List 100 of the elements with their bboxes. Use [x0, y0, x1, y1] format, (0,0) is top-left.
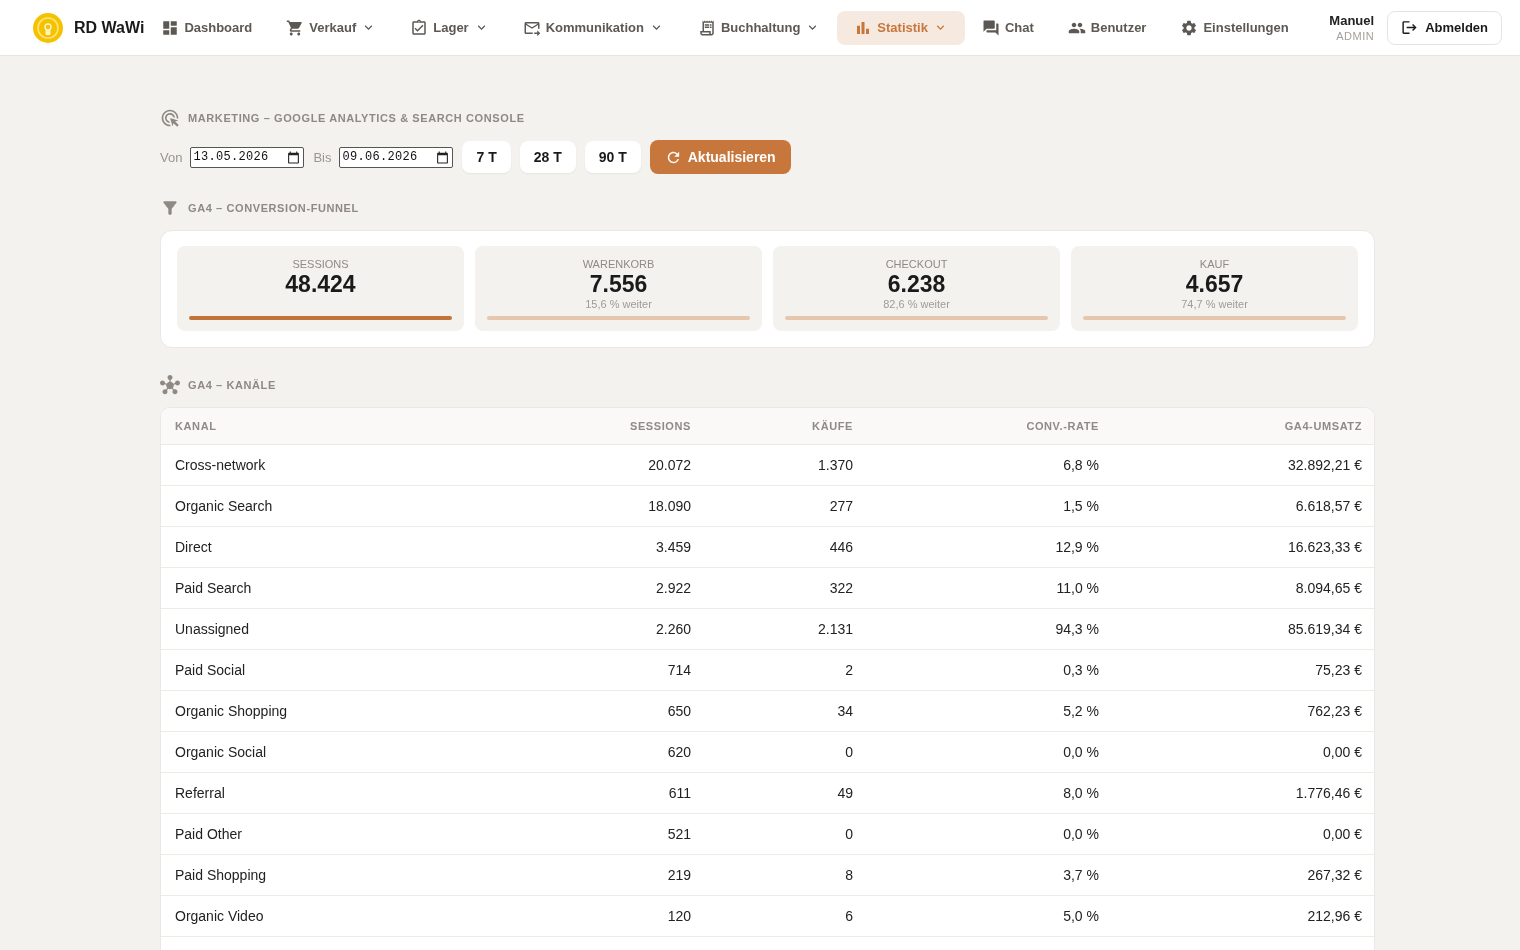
- table-cell: Direct: [161, 526, 505, 567]
- table-cell: Organic Social: [161, 731, 505, 772]
- user-name: Manuel: [1329, 12, 1375, 29]
- nav-item[interactable]: Buchhaltung: [680, 10, 838, 45]
- table-cell: 714: [505, 649, 705, 690]
- table-cell: Organic Video: [161, 895, 505, 936]
- brand-name: RD WaWi: [74, 18, 145, 37]
- table-cell: 3,7 %: [867, 854, 1113, 895]
- table-cell: 32.892,21 €: [1113, 444, 1374, 485]
- section-title: MARKETING – GOOGLE ANALYTICS & SEARCH CONSOLE: [188, 112, 525, 124]
- stage-rate: 15,6 % weiter: [585, 297, 652, 311]
- stage-value: 6.238: [887, 271, 946, 297]
- stage-label: KAUF: [1199, 258, 1230, 271]
- table-cell: Organic Shopping: [161, 690, 505, 731]
- nav-item[interactable]: Verkauf: [269, 10, 394, 45]
- table-cell: 18.090: [505, 485, 705, 526]
- calendar-icon: [436, 150, 450, 164]
- table-cell: 1.370: [705, 444, 867, 485]
- table-cell: 34: [705, 690, 867, 731]
- table-cell: 5,2 %: [867, 690, 1113, 731]
- table-cell: 5,0 %: [867, 895, 1113, 936]
- table-cell: 0,3 %: [867, 649, 1113, 690]
- range-button[interactable]: 7 T: [462, 141, 511, 173]
- table-cell: Referral: [161, 772, 505, 813]
- table-cell: 1.776,46 €: [1113, 772, 1374, 813]
- table-cell: 762,23 €: [1113, 690, 1374, 731]
- table-cell: Paid Social: [161, 649, 505, 690]
- settings-icon: [1180, 18, 1199, 37]
- table-cell: 49: [705, 772, 867, 813]
- table-cell: 322: [705, 567, 867, 608]
- table-cell: 267,32 €: [1113, 854, 1374, 895]
- nav-item[interactable]: Lager: [393, 10, 506, 45]
- range-button[interactable]: 90 T: [584, 141, 641, 173]
- table-cell: Unassigned: [161, 608, 505, 649]
- stage-value: 7.556: [589, 271, 648, 297]
- table-cell: 0,00 €: [1113, 731, 1374, 772]
- table-cell: 2.131: [705, 608, 867, 649]
- section-title: GA4 – CONVERSION-FUNNEL: [188, 202, 359, 214]
- table-cell: Cross-network: [161, 444, 505, 485]
- date-field[interactable]: 09.06.2026: [339, 146, 454, 168]
- table-cell: 16.623,33 €: [1113, 526, 1374, 567]
- chat-bubbles-icon: [981, 18, 1000, 37]
- table-cell: Paid Other: [161, 813, 505, 854]
- table-cell: 8,0 %: [867, 772, 1113, 813]
- table-cell: 6: [705, 895, 867, 936]
- table-cell: 8: [705, 854, 867, 895]
- user-role: ADMIN: [1336, 28, 1375, 43]
- cursor-click-icon: [160, 108, 180, 128]
- nav-item[interactable]: Kommunikation: [505, 10, 681, 45]
- table-cell: 3.459: [505, 526, 705, 567]
- table-cell: 6,8 %: [867, 444, 1113, 485]
- receipt-icon: [697, 18, 716, 37]
- logout-button[interactable]: Abmelden: [1387, 10, 1502, 45]
- hub-icon: [160, 375, 180, 395]
- table-cell: 120: [505, 895, 705, 936]
- column-header: KANAL: [161, 408, 505, 444]
- date-field[interactable]: 13.05.2026: [190, 146, 305, 168]
- table-cell: 94,3 %: [867, 608, 1113, 649]
- table-cell: 8.094,65 €: [1113, 567, 1374, 608]
- table-cell: Organic Search: [161, 485, 505, 526]
- stage-label: WARENKORB: [582, 258, 655, 271]
- column-header: SESSIONS: [505, 408, 705, 444]
- table-cell: Paid Search: [161, 567, 505, 608]
- table-cell: 277: [705, 485, 867, 526]
- stage-rate: 74,7 % weiter: [1181, 297, 1248, 311]
- table-cell: 2.922: [505, 567, 705, 608]
- logo-icon: [33, 12, 63, 43]
- logout-icon: [1401, 19, 1419, 36]
- table-cell: 611: [505, 772, 705, 813]
- clipboard-check-icon: [410, 18, 429, 37]
- table-cell: 12,9 %: [867, 526, 1113, 567]
- table-cell: 620: [505, 731, 705, 772]
- nav-item[interactable]: Einstellungen: [1163, 10, 1306, 45]
- column-header: GA4-UMSATZ: [1113, 408, 1374, 444]
- table-cell: 521: [505, 813, 705, 854]
- stage-label: CHECKOUT: [885, 258, 948, 271]
- table-cell: 75,23 €: [1113, 649, 1374, 690]
- date-label: Bis: [313, 149, 332, 165]
- range-button[interactable]: 28 T: [519, 141, 576, 173]
- nav-item[interactable]: Chat: [964, 10, 1051, 45]
- table-cell: 20.072: [505, 444, 705, 485]
- table-cell: 0: [705, 731, 867, 772]
- table-cell: 446: [705, 526, 867, 567]
- column-header: KÄUFE: [705, 408, 867, 444]
- table-cell: 85.619,34 €: [1113, 608, 1374, 649]
- column-header: CONV.-RATE: [867, 408, 1113, 444]
- table-cell: 212,96 €: [1113, 895, 1374, 936]
- table-cell: 219: [505, 854, 705, 895]
- table-cell: Paid Shopping: [161, 854, 505, 895]
- stage-rate: 82,6 % weiter: [883, 297, 950, 311]
- table-cell: 0,00 €: [1113, 813, 1374, 854]
- nav-item[interactable]: Dashboard: [144, 10, 270, 45]
- table-cell: 0,0 %: [867, 813, 1113, 854]
- table-cell: 6.618,57 €: [1113, 485, 1374, 526]
- table-cell: 1,5 %: [867, 485, 1113, 526]
- nav-item[interactable]: Benutzer: [1050, 10, 1164, 45]
- stage-label: SESSIONS: [292, 258, 349, 271]
- table-cell: 2.260: [505, 608, 705, 649]
- stage-value: 48.424: [285, 271, 356, 297]
- section-title: GA4 – KANÄLE: [188, 379, 276, 391]
